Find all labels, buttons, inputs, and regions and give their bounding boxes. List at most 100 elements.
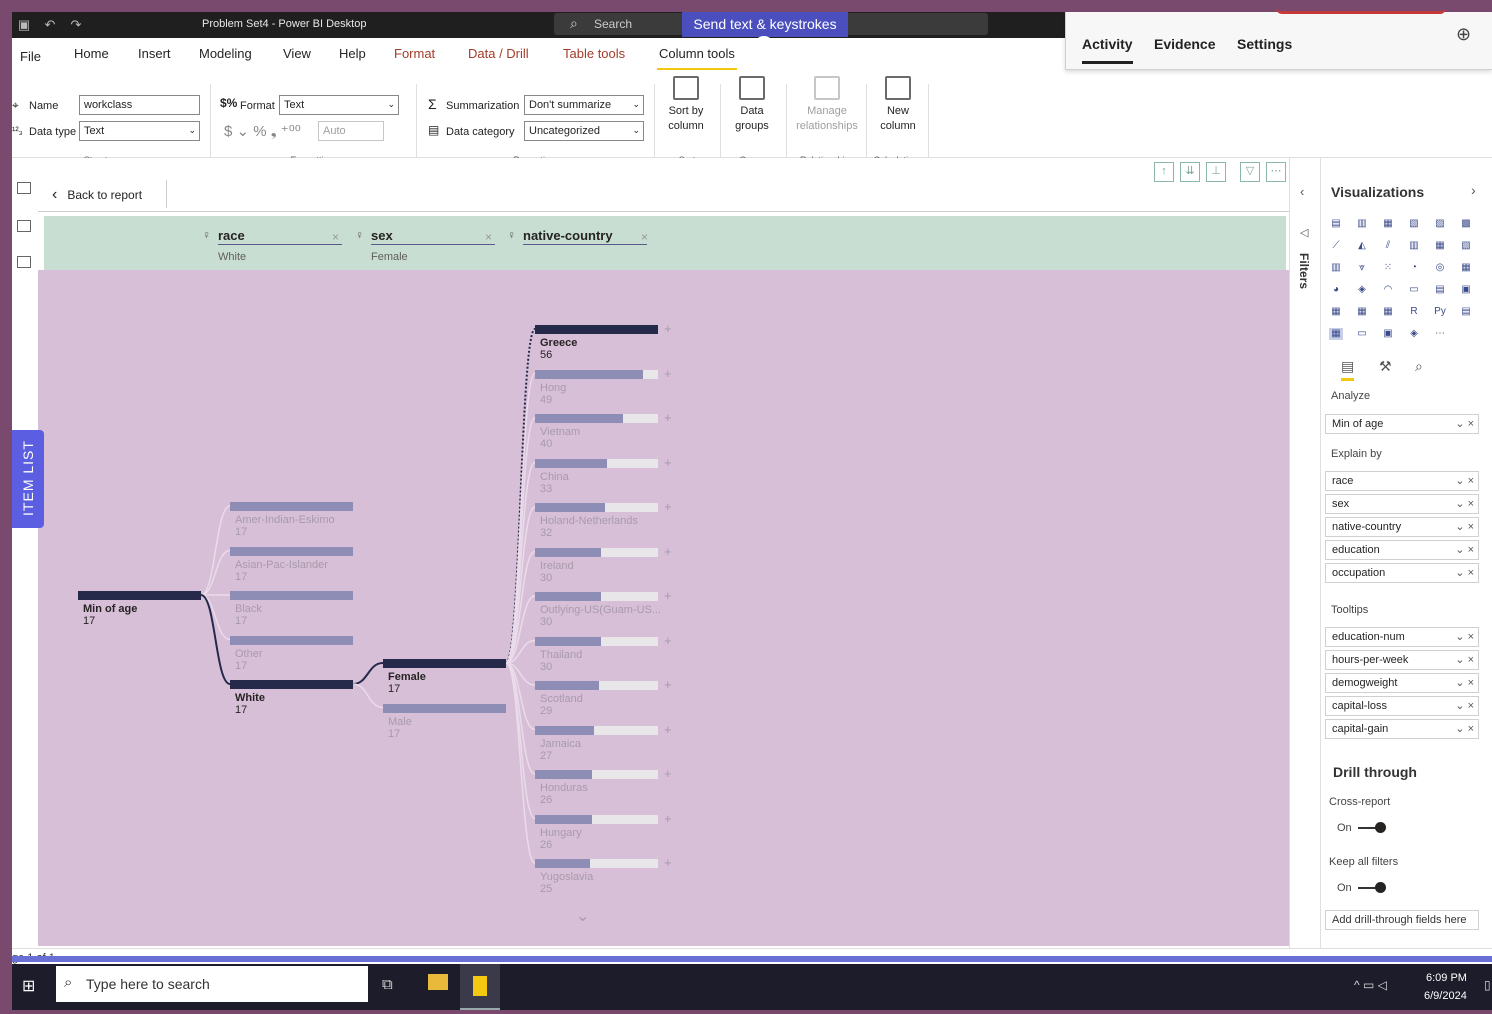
item-list-tab[interactable]: ITEM LIST — [12, 430, 44, 528]
tab-help[interactable]: Help — [339, 46, 366, 61]
tooltip-well-item[interactable]: capital-gain ⌄ × — [1325, 719, 1479, 739]
visual-type-icon[interactable]: ▦ — [1329, 328, 1343, 340]
visual-type-icon[interactable]: ▨ — [1433, 218, 1447, 230]
report-view-icon[interactable] — [17, 182, 31, 194]
currency-icon[interactable]: $ ⌄ % ❟ ⁺⁰⁰ — [224, 122, 301, 140]
plus-icon[interactable]: + — [664, 633, 672, 648]
plus-icon[interactable]: + — [664, 811, 672, 826]
tab-file[interactable]: File — [20, 49, 41, 64]
analyze-well-item[interactable]: Min of age ⌄ × — [1325, 414, 1479, 434]
plus-icon[interactable]: + — [664, 722, 672, 737]
tab-column-tools[interactable]: Column tools — [657, 46, 737, 71]
explain-well-item[interactable]: sex ⌄ × — [1325, 494, 1479, 514]
visual-type-icon[interactable]: ◈ — [1355, 284, 1369, 296]
expand-all-icon[interactable]: ⇊ — [1180, 162, 1200, 182]
send-keystrokes-button[interactable]: Send text & keystrokes — [682, 12, 848, 37]
decimal-input[interactable]: Auto — [318, 121, 384, 141]
more-options-icon[interactable]: ⋯ — [1266, 162, 1286, 182]
data-groups-button[interactable]: Data groups — [726, 76, 778, 134]
explain-well-item[interactable]: race ⌄ × — [1325, 471, 1479, 491]
tooltip-well-item[interactable]: education-num ⌄ × — [1325, 627, 1479, 647]
visual-type-icon[interactable]: ▭ — [1355, 328, 1369, 340]
tab-view[interactable]: View — [283, 46, 311, 61]
category-select[interactable]: Uncategorized ⌄ — [524, 121, 644, 141]
plus-icon[interactable]: + — [664, 499, 672, 514]
datatype-select[interactable]: Text ⌄ — [79, 121, 200, 141]
model-view-icon[interactable] — [17, 256, 31, 268]
filters-pane-collapsed[interactable]: ‹ ◁ Filters — [1289, 158, 1320, 948]
visual-type-icon[interactable]: ▦ — [1381, 306, 1395, 318]
visual-type-icon[interactable]: ◔ — [1407, 262, 1421, 274]
visual-type-icon[interactable]: ▦ — [1381, 218, 1395, 230]
tab-modeling[interactable]: Modeling — [199, 46, 252, 61]
chevron-down-icon[interactable]: ⌄ × — [1455, 474, 1474, 487]
visual-type-icon[interactable]: ⟋ — [1329, 240, 1343, 252]
visual-type-icon[interactable]: ◎ — [1433, 262, 1447, 274]
analytics-icon[interactable]: ⌕ — [1415, 358, 1423, 375]
format-paint-icon[interactable]: ⚒ — [1379, 358, 1392, 375]
close-icon[interactable]: × — [485, 230, 492, 244]
chevron-down-icon[interactable]: ⌄ × — [1455, 520, 1474, 533]
powerbi-taskbar-button[interactable] — [460, 964, 500, 1010]
chevron-down-icon[interactable]: ⌄ × — [1455, 497, 1474, 510]
taskbar-search[interactable]: ⌕ Type here to search — [56, 966, 368, 1002]
visual-type-icon[interactable]: ⁙ — [1381, 262, 1395, 274]
tray-chevron-icon[interactable]: ^ ▭ ◁ — [1354, 978, 1387, 992]
file-explorer-icon[interactable] — [428, 974, 448, 990]
drill-up-icon[interactable]: ↑ — [1154, 162, 1174, 182]
cross-report-toggle[interactable]: On — [1337, 822, 1386, 834]
plus-icon[interactable]: + — [664, 366, 672, 381]
plus-icon[interactable]: + — [664, 455, 672, 470]
notification-icon[interactable]: ▯ — [1484, 978, 1491, 992]
format-select[interactable]: Text ⌄ — [279, 95, 399, 115]
tab-settings[interactable]: Settings — [1237, 36, 1292, 52]
chevron-down-icon[interactable]: ⌄ × — [1455, 722, 1474, 735]
visual-type-icon[interactable]: ▦ — [1433, 240, 1447, 252]
chevron-down-icon[interactable]: ⌄ × — [1455, 676, 1474, 689]
plus-icon[interactable]: + — [664, 766, 672, 781]
visual-type-icon[interactable]: ▦ — [1355, 306, 1369, 318]
visual-type-icon[interactable]: ⩔ — [1355, 262, 1369, 274]
chevron-down-icon[interactable]: ⌄ × — [1455, 543, 1474, 556]
new-column-button[interactable]: New column — [874, 76, 922, 134]
visual-type-icon[interactable]: ◠ — [1381, 284, 1395, 296]
visual-type-icon[interactable]: ▤ — [1329, 218, 1343, 230]
tab-format[interactable]: Format — [394, 46, 435, 61]
save-icon[interactable]: ▣ — [16, 17, 32, 33]
tab-activity[interactable]: Activity — [1082, 36, 1133, 64]
close-icon[interactable]: × — [641, 230, 648, 244]
drill-through-drop[interactable]: Add drill-through fields here — [1325, 910, 1479, 930]
tab-home[interactable]: Home — [74, 46, 109, 61]
visual-type-icon[interactable]: ⋯ — [1433, 328, 1447, 340]
visual-type-icon[interactable]: ⫽ — [1381, 240, 1395, 252]
undo-icon[interactable]: ↶ — [42, 17, 58, 33]
chevron-down-icon[interactable]: ⌄ × — [1455, 653, 1474, 666]
tab-insert[interactable]: Insert — [138, 46, 171, 61]
plus-icon[interactable]: + — [664, 855, 672, 870]
tab-data-drill[interactable]: Data / Drill — [468, 46, 529, 61]
chevron-left-icon[interactable]: ‹ — [1300, 184, 1304, 199]
name-input[interactable]: workclass — [79, 95, 200, 115]
visual-type-icon[interactable]: ◕ — [1329, 284, 1343, 296]
visual-type-icon[interactable]: ▤ — [1459, 306, 1473, 318]
back-to-report-button[interactable]: ‹ Back to report — [52, 186, 142, 204]
filter-sex[interactable]: ♀ sex × Female — [355, 228, 495, 263]
redo-icon[interactable]: ↷ — [68, 17, 84, 33]
chevron-down-icon[interactable]: ⌄ — [576, 906, 589, 926]
add-circle-icon[interactable]: ⊕ — [1456, 24, 1471, 45]
task-view-icon[interactable]: ⧉ — [382, 976, 393, 993]
chevron-down-icon[interactable]: ⌄ × — [1455, 566, 1474, 579]
visual-type-icon[interactable]: ◭ — [1355, 240, 1369, 252]
keep-filters-toggle[interactable]: On — [1337, 882, 1386, 894]
visual-type-icon[interactable]: ◈ — [1407, 328, 1421, 340]
visual-type-icon[interactable]: ▧ — [1407, 218, 1421, 230]
visual-type-icon[interactable]: ▦ — [1459, 262, 1473, 274]
visual-type-icon[interactable]: ▦ — [1329, 306, 1343, 318]
visual-type-icon[interactable]: ▥ — [1329, 262, 1343, 274]
visual-type-icon[interactable]: ▣ — [1459, 284, 1473, 296]
visual-type-icon[interactable]: R — [1407, 306, 1421, 318]
summarization-select[interactable]: Don't summarize ⌄ — [524, 95, 644, 115]
close-icon[interactable]: × — [332, 230, 339, 244]
visual-type-icon[interactable]: ▤ — [1433, 284, 1447, 296]
windows-start-icon[interactable]: ⊞ — [22, 976, 35, 996]
